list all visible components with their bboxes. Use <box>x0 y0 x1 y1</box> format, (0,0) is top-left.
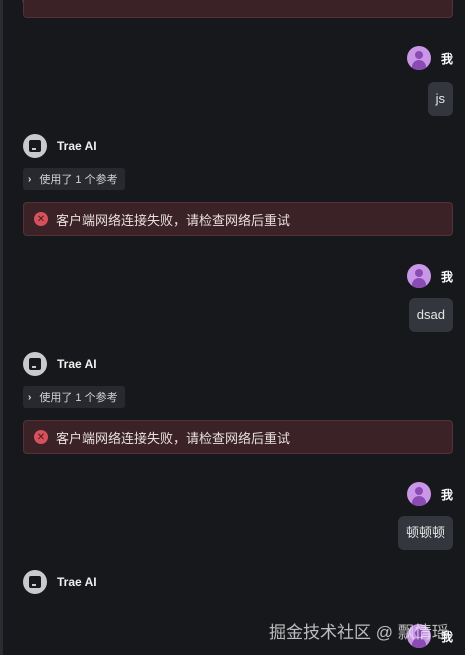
user-avatar-icon <box>406 46 431 70</box>
ai-name: Trae AI <box>57 357 97 371</box>
user-name: 我 <box>440 51 453 66</box>
ai-avatar-icon <box>23 352 47 376</box>
error-text: 客户端网络连接失败，请检查网络后重试 <box>56 212 291 228</box>
chevron-right-icon: › <box>28 391 32 403</box>
references-toggle[interactable]: › 使用了 1 个参考 <box>23 386 125 408</box>
ai-header: Trae AI <box>23 352 97 376</box>
error-message <box>23 0 453 18</box>
references-toggle[interactable]: › 使用了 1 个参考 <box>23 168 125 190</box>
error-message: ✕ 客户端网络连接失败，请检查网络后重试 <box>23 202 453 236</box>
user-message-bubble: js <box>427 82 453 116</box>
error-icon: ✕ <box>34 212 48 226</box>
ai-name: Trae AI <box>57 139 97 153</box>
user-avatar-icon <box>406 264 431 288</box>
ai-header: Trae AI <box>23 134 97 158</box>
user-header: 我 <box>406 482 453 506</box>
user-header: 我 <box>406 264 453 288</box>
user-name: 我 <box>440 269 453 284</box>
user-message-bubble: dsad <box>408 298 453 332</box>
ai-avatar-icon <box>23 570 47 594</box>
user-name: 我 <box>440 487 453 502</box>
user-message-bubble: 顿顿顿 <box>397 516 453 550</box>
references-label: 使用了 1 个参考 <box>39 392 118 404</box>
user-avatar-icon <box>406 482 431 506</box>
ai-header: Trae AI <box>23 570 97 594</box>
user-header: 我 <box>406 46 453 70</box>
scroll-edge <box>0 0 3 655</box>
error-text: 客户端网络连接失败，请检查网络后重试 <box>56 430 291 446</box>
ai-avatar-icon <box>23 134 47 158</box>
references-label: 使用了 1 个参考 <box>39 174 118 186</box>
watermark: 掘金技术社区 @ 飘情瑶 <box>269 623 449 642</box>
chevron-right-icon: › <box>28 173 32 185</box>
error-message: ✕ 客户端网络连接失败，请检查网络后重试 <box>23 420 453 454</box>
ai-name: Trae AI <box>57 575 97 589</box>
error-icon: ✕ <box>34 430 48 444</box>
